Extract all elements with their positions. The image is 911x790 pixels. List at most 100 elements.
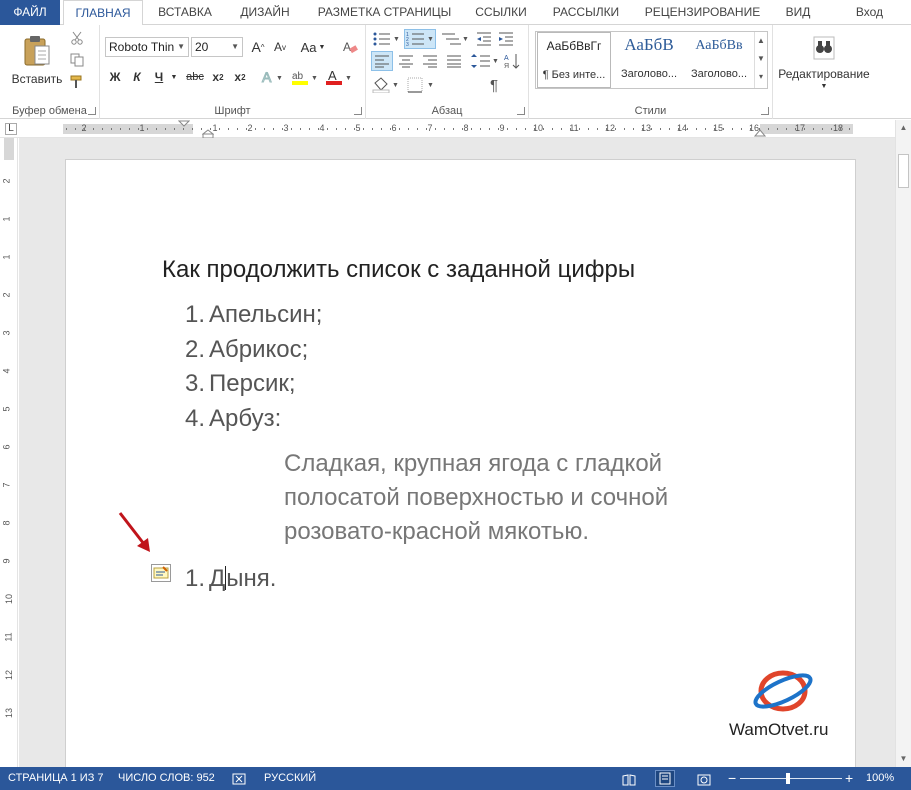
italic-button[interactable]: К	[127, 67, 147, 87]
list-item[interactable]: 4. Арбуз:	[185, 405, 281, 433]
subscript-button[interactable]: x2	[208, 67, 228, 87]
ruler-tick	[489, 128, 490, 130]
list-item-restarted[interactable]: 1. Дыня.	[185, 565, 276, 593]
font-dialog-launcher[interactable]	[354, 107, 362, 115]
document-canvas[interactable]: Как продолжить список с заданной цифры 1…	[19, 138, 895, 767]
shading-button[interactable]: ▼	[371, 75, 401, 95]
font-size-combo[interactable]: 20 ▼	[191, 37, 243, 57]
vertical-ruler[interactable]: 2 1 1 2 3 4 5 6 7 8 9 10 11 12 13	[0, 138, 18, 767]
numbering-button[interactable]: 1 2 3 ▼	[404, 29, 436, 49]
list-text: Персик;	[209, 370, 296, 397]
multilevel-list-icon: ▼	[442, 33, 469, 45]
ruler-tick	[237, 128, 238, 130]
tab-references[interactable]: ССЫЛКИ	[470, 0, 532, 25]
tab-review[interactable]: РЕЦЕНЗИРОВАНИЕ	[640, 0, 765, 25]
horizontal-ruler[interactable]: L 21123456789101112131415161718	[0, 120, 911, 139]
bullets-button[interactable]: ▼	[371, 29, 401, 49]
language-status[interactable]: РУССКИЙ	[264, 767, 316, 790]
document-page[interactable]: Как продолжить список с заданной цифры 1…	[65, 159, 856, 767]
proofing-status-icon[interactable]	[232, 772, 248, 790]
align-right-button[interactable]	[419, 51, 441, 71]
multilevel-list-button[interactable]: ▼	[440, 29, 470, 49]
format-painter-button[interactable]	[68, 73, 86, 91]
ruler-tick	[552, 128, 553, 130]
scrollbar-thumb[interactable]	[898, 154, 909, 188]
chevron-down-icon[interactable]: ▼	[755, 50, 767, 68]
superscript-button[interactable]: x2	[230, 67, 250, 87]
zoom-level[interactable]: 100%	[866, 767, 894, 790]
font-name-combo[interactable]: Roboto Thin ▼	[105, 37, 189, 57]
zoom-slider-thumb[interactable]	[786, 773, 790, 784]
decrease-indent-button[interactable]	[474, 29, 494, 49]
paste-icon	[24, 36, 50, 66]
chevron-up-icon[interactable]: ▲	[755, 32, 767, 50]
list-item[interactable]: 3. Персик;	[185, 370, 296, 398]
copy-button[interactable]	[68, 51, 86, 69]
zoom-slider[interactable]	[740, 778, 842, 779]
clipboard-dialog-launcher[interactable]	[88, 107, 96, 115]
underline-button[interactable]: Ч	[149, 67, 169, 87]
first-line-indent-marker[interactable]	[178, 120, 190, 138]
tab-home[interactable]: ГЛАВНАЯ	[63, 0, 143, 26]
word-count-status[interactable]: ЧИСЛО СЛОВ: 952	[118, 767, 215, 790]
underline-dropdown[interactable]: ▼	[169, 67, 179, 87]
autocorrect-options-button[interactable]	[151, 564, 171, 582]
font-color-button[interactable]: A ▼	[324, 67, 354, 87]
align-left-button[interactable]	[371, 51, 393, 71]
scroll-up-icon[interactable]: ▲	[896, 120, 911, 136]
tab-mailings[interactable]: РАССЫЛКИ	[546, 0, 626, 25]
ruler-tick	[138, 128, 139, 130]
paragraph-dialog-launcher[interactable]	[517, 107, 525, 115]
justify-button[interactable]	[443, 51, 465, 71]
ruler-tick	[732, 128, 733, 130]
highlight-button[interactable]: ab ▼	[290, 67, 320, 87]
show-formatting-marks-button[interactable]: ¶	[484, 75, 504, 95]
text-effects-button[interactable]: A ▼	[260, 67, 286, 87]
change-case-button[interactable]: Aa ▼	[298, 37, 328, 57]
zoom-out-button[interactable]: −	[728, 767, 736, 790]
align-center-button[interactable]	[395, 51, 417, 71]
document-heading[interactable]: Как продолжить список с заданной цифры	[162, 256, 635, 284]
style-heading-1[interactable]: АаБбВ Заголово...	[612, 32, 686, 88]
more-styles-icon[interactable]: ▾	[755, 68, 767, 86]
grow-font-button[interactable]: A ^	[248, 37, 268, 57]
line-spacing-button[interactable]: ▼	[470, 51, 500, 71]
cut-button[interactable]	[68, 29, 86, 47]
tab-file[interactable]: ФАЙЛ	[0, 0, 60, 25]
list-item[interactable]: 2. Абрикос;	[185, 336, 308, 364]
style-normal[interactable]: АаБбВвГг ¶ Без инте...	[537, 32, 611, 88]
editing-button[interactable]: Редактирование ▼	[778, 29, 870, 95]
tab-design[interactable]: ДИЗАЙН	[232, 0, 298, 25]
clear-formatting-button[interactable]: A	[340, 37, 360, 57]
tab-selector[interactable]: L	[5, 123, 17, 135]
print-layout-icon[interactable]	[655, 770, 675, 787]
style-heading-2[interactable]: АаБбВв Заголово...	[682, 32, 756, 88]
ruler-tick	[741, 128, 742, 130]
bold-button[interactable]: Ж	[105, 67, 125, 87]
zoom-in-button[interactable]: +	[845, 767, 853, 790]
sign-in-link[interactable]: Вход	[856, 0, 883, 25]
tab-view[interactable]: ВИД	[778, 0, 818, 25]
styles-gallery-scroll[interactable]: ▲ ▼ ▾	[754, 32, 767, 88]
scroll-down-icon[interactable]: ▼	[896, 751, 911, 767]
paste-button[interactable]: Вставить	[12, 29, 62, 91]
vertical-scrollbar[interactable]: ▲ ▼	[895, 120, 911, 767]
clipboard-group-label: Буфер обмена	[12, 105, 87, 117]
body-paragraph[interactable]: Сладкая, крупная ягода с гладкой полосат…	[284, 447, 754, 549]
increase-indent-button[interactable]	[496, 29, 516, 49]
read-mode-icon[interactable]	[622, 772, 636, 790]
tab-insert[interactable]: ВСТАВКА	[152, 0, 218, 25]
page-count-status[interactable]: СТРАНИЦА 1 ИЗ 7	[8, 767, 104, 790]
styles-dialog-launcher[interactable]	[761, 107, 769, 115]
justify-icon	[447, 55, 461, 68]
tab-layout[interactable]: РАЗМЕТКА СТРАНИЦЫ	[312, 0, 457, 25]
sort-icon-button[interactable]: AЯ	[502, 51, 522, 71]
list-item[interactable]: 1. Апельсин;	[185, 301, 322, 329]
borders-button[interactable]: ▼	[406, 75, 436, 95]
borders-icon: ▼	[407, 77, 434, 93]
ruler-tick	[498, 128, 499, 130]
web-layout-icon[interactable]	[697, 772, 711, 790]
strikethrough-button[interactable]: abc	[183, 67, 207, 87]
ribbon-tab-bar: ФАЙЛ ГЛАВНАЯ ВСТАВКА ДИЗАЙН РАЗМЕТКА СТР…	[0, 0, 911, 26]
shrink-font-button[interactable]: Av	[270, 37, 290, 57]
